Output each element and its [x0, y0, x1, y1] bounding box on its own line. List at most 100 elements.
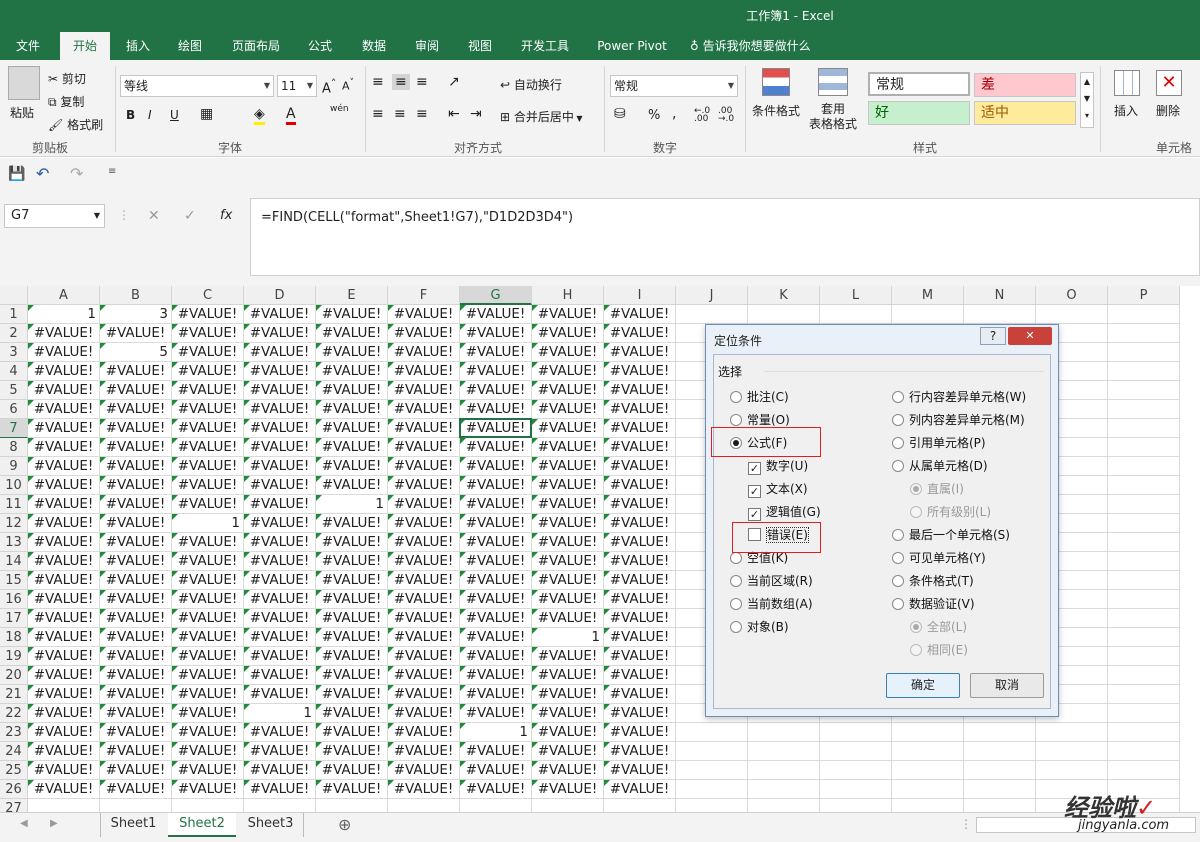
error-cell[interactable]: #VALUE!: [244, 647, 316, 666]
error-cell[interactable]: #VALUE!: [532, 362, 604, 381]
bold-button[interactable]: B: [126, 108, 135, 122]
row-header[interactable]: 8: [0, 438, 28, 457]
styles-scroll[interactable]: ▲ ▼ ▾: [1080, 72, 1094, 128]
error-cell[interactable]: #VALUE!: [28, 590, 100, 609]
error-cell[interactable]: #VALUE!: [604, 723, 676, 742]
table-cell[interactable]: [892, 723, 964, 742]
error-cell[interactable]: #VALUE!: [100, 400, 172, 419]
table-cell[interactable]: [1108, 666, 1180, 685]
error-cell[interactable]: #VALUE!: [388, 343, 460, 362]
error-cell[interactable]: #VALUE!: [28, 362, 100, 381]
check-numbers[interactable]: ✓ 数字(U): [748, 457, 808, 475]
table-cell[interactable]: [1108, 742, 1180, 761]
error-cell[interactable]: #VALUE!: [244, 381, 316, 400]
error-cell[interactable]: #VALUE!: [316, 362, 388, 381]
check-text[interactable]: ✓ 文本(X): [748, 480, 808, 498]
table-cell[interactable]: [1036, 723, 1108, 742]
scroll-right-icon[interactable]: ▶: [50, 818, 58, 829]
error-cell[interactable]: #VALUE!: [604, 571, 676, 590]
table-cell[interactable]: [1108, 647, 1180, 666]
error-cell[interactable]: #VALUE!: [388, 647, 460, 666]
close-button[interactable]: ✕: [1008, 327, 1052, 345]
error-cell[interactable]: #VALUE!: [244, 780, 316, 799]
row-header[interactable]: 6: [0, 400, 28, 419]
option-current-region[interactable]: 当前区域(R): [730, 572, 813, 589]
format-as-table-button[interactable]: 套用 表格格式: [802, 102, 864, 132]
error-cell[interactable]: #VALUE!: [460, 324, 532, 343]
table-cell[interactable]: [1108, 438, 1180, 457]
value-cell[interactable]: 3: [100, 305, 172, 324]
error-cell[interactable]: #VALUE!: [316, 609, 388, 628]
table-cell[interactable]: [748, 780, 820, 799]
tab-draw[interactable]: 绘图: [168, 32, 212, 60]
row-header[interactable]: 24: [0, 742, 28, 761]
wrap-text-button[interactable]: ↩ 自动换行: [500, 76, 562, 93]
error-cell[interactable]: #VALUE!: [532, 666, 604, 685]
error-cell[interactable]: #VALUE!: [172, 685, 244, 704]
error-cell[interactable]: #VALUE!: [604, 590, 676, 609]
error-cell[interactable]: #VALUE!: [172, 666, 244, 685]
error-cell[interactable]: #VALUE!: [460, 419, 532, 438]
help-button[interactable]: ?: [980, 327, 1006, 345]
error-cell[interactable]: #VALUE!: [388, 305, 460, 324]
error-cell[interactable]: #VALUE!: [460, 609, 532, 628]
error-cell[interactable]: #VALUE!: [388, 457, 460, 476]
error-cell[interactable]: #VALUE!: [28, 780, 100, 799]
error-cell[interactable]: #VALUE!: [388, 362, 460, 381]
grow-font-icon[interactable]: A˄: [322, 77, 336, 96]
tab-home[interactable]: 开始: [60, 32, 110, 60]
error-cell[interactable]: #VALUE!: [388, 438, 460, 457]
error-cell[interactable]: #VALUE!: [172, 457, 244, 476]
error-cell[interactable]: #VALUE!: [100, 324, 172, 343]
error-cell[interactable]: #VALUE!: [460, 685, 532, 704]
error-cell[interactable]: #VALUE!: [604, 742, 676, 761]
error-cell[interactable]: #VALUE!: [388, 723, 460, 742]
error-cell[interactable]: #VALUE!: [100, 533, 172, 552]
table-cell[interactable]: [1108, 533, 1180, 552]
merge-center-button[interactable]: ⊞ 合并后居中 ▼: [500, 108, 583, 125]
option-constants[interactable]: 常量(O): [730, 411, 790, 428]
error-cell[interactable]: #VALUE!: [460, 362, 532, 381]
error-cell[interactable]: #VALUE!: [604, 419, 676, 438]
error-cell[interactable]: #VALUE!: [460, 438, 532, 457]
check-logicals[interactable]: ✓ 逻辑值(G): [748, 503, 821, 521]
option-comments[interactable]: 批注(C): [730, 388, 789, 405]
error-cell[interactable]: #VALUE!: [100, 514, 172, 533]
column-header[interactable]: B: [100, 286, 172, 305]
error-cell[interactable]: #VALUE!: [316, 666, 388, 685]
error-cell[interactable]: #VALUE!: [100, 609, 172, 628]
insert-cells-icon[interactable]: [1114, 70, 1140, 96]
table-cell[interactable]: [676, 305, 748, 324]
error-cell[interactable]: #VALUE!: [172, 381, 244, 400]
error-cell[interactable]: #VALUE!: [388, 324, 460, 343]
tab-developer[interactable]: 开发工具: [512, 32, 578, 60]
error-cell[interactable]: #VALUE!: [604, 628, 676, 647]
conditional-format-icon[interactable]: [762, 68, 790, 96]
error-cell[interactable]: #VALUE!: [172, 305, 244, 324]
error-cell[interactable]: #VALUE!: [100, 362, 172, 381]
error-cell[interactable]: #VALUE!: [460, 343, 532, 362]
error-cell[interactable]: #VALUE!: [28, 647, 100, 666]
error-cell[interactable]: #VALUE!: [172, 419, 244, 438]
error-cell[interactable]: #VALUE!: [532, 400, 604, 419]
column-header[interactable]: N: [964, 286, 1036, 305]
error-cell[interactable]: #VALUE!: [532, 305, 604, 324]
option-row-differences[interactable]: 行内容差异单元格(W): [892, 388, 1026, 405]
error-cell[interactable]: #VALUE!: [532, 552, 604, 571]
tab-view[interactable]: 视图: [458, 32, 502, 60]
error-cell[interactable]: #VALUE!: [316, 438, 388, 457]
tab-formulas[interactable]: 公式: [298, 32, 342, 60]
error-cell[interactable]: #VALUE!: [388, 476, 460, 495]
error-cell[interactable]: #VALUE!: [460, 647, 532, 666]
table-cell[interactable]: [1108, 685, 1180, 704]
error-cell[interactable]: #VALUE!: [28, 628, 100, 647]
table-cell[interactable]: [1036, 305, 1108, 324]
column-header[interactable]: H: [532, 286, 604, 305]
error-cell[interactable]: #VALUE!: [244, 571, 316, 590]
add-sheet-icon[interactable]: ⊕: [338, 815, 351, 834]
error-cell[interactable]: #VALUE!: [172, 476, 244, 495]
error-cell[interactable]: #VALUE!: [532, 438, 604, 457]
table-cell[interactable]: [892, 305, 964, 324]
error-cell[interactable]: #VALUE!: [100, 419, 172, 438]
error-cell[interactable]: #VALUE!: [460, 571, 532, 590]
